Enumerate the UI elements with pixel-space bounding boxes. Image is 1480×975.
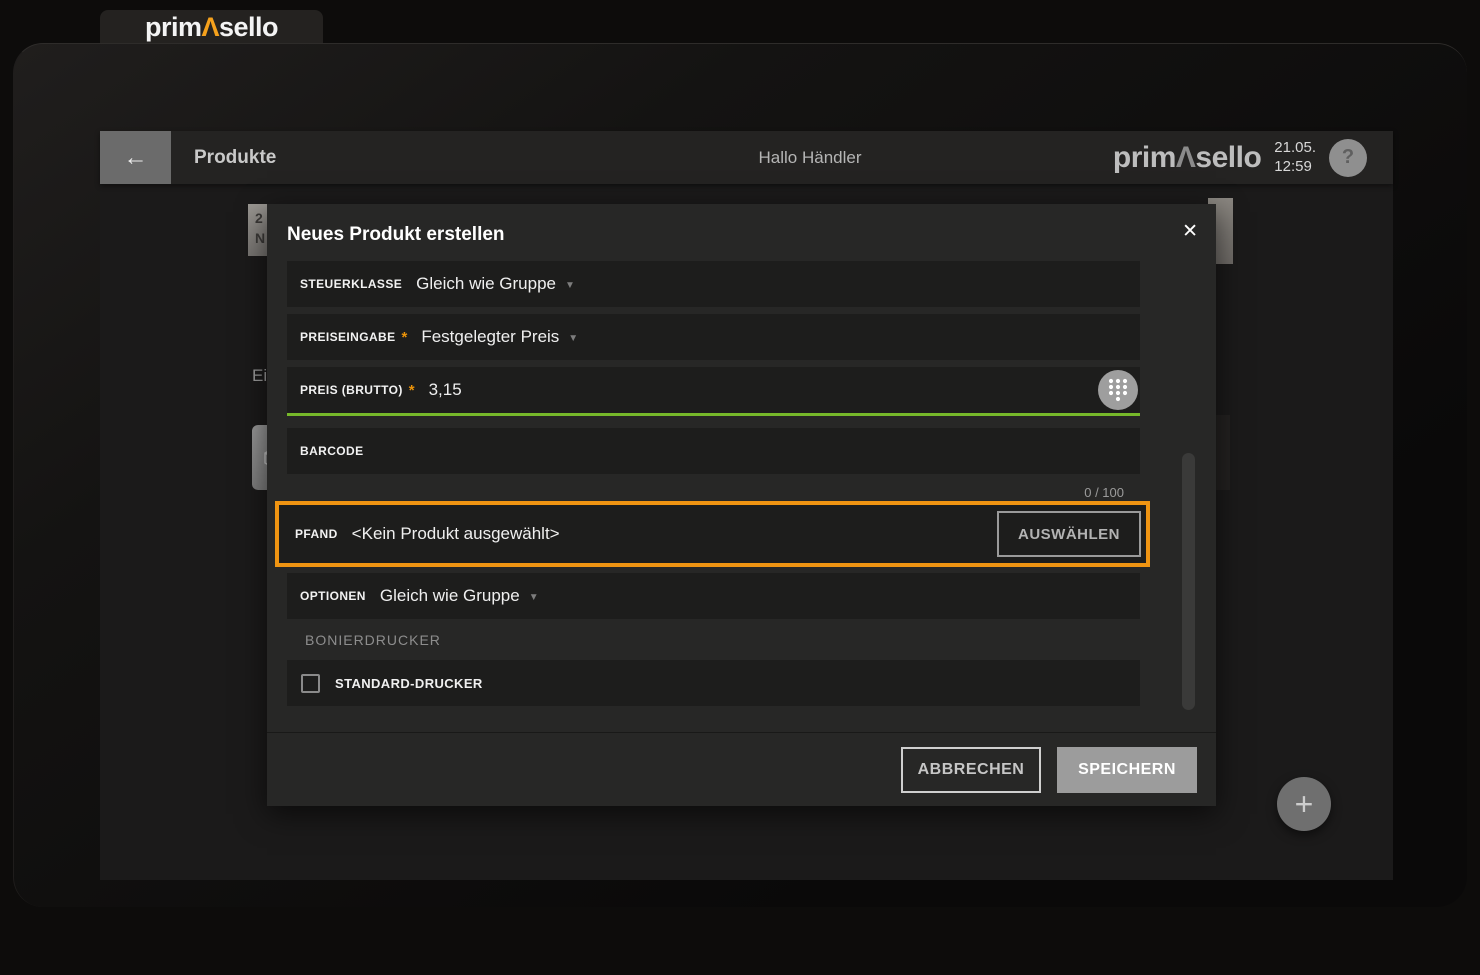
preis-brutto-input[interactable]: PREIS (BRUTTO) * 3,15 [287,367,1140,416]
appbar-right-cluster: primΛsello 21.05. 12:59 ? [1112,138,1367,177]
help-button[interactable]: ? [1329,138,1367,177]
chevron-down-icon: ▼ [565,279,575,291]
chevron-down-icon: ▼ [568,332,579,344]
pfand-field-inner: PFAND <Kein Produkt ausgewählt> AUSWÄHLE… [279,505,1146,563]
occluded-heading: Ei [252,366,268,385]
dialpad-icon [1108,378,1128,402]
plus-icon: + [1294,786,1314,822]
back-arrow-icon: ← [123,144,148,171]
page-title: Produkte [194,146,277,168]
numpad-button[interactable] [1098,370,1138,410]
pfand-label: PFAND [295,527,338,541]
modal-scrollbar-thumb[interactable] [1182,453,1195,710]
preis-value: 3,15 [428,380,462,399]
steuerklasse-label: STEUERKLASSE [300,277,403,291]
standard-drucker-label: STANDARD-DRUCKER [335,675,483,691]
primasello-logo: primΛsello [144,12,279,43]
optionen-value: Gleich wie Gruppe [379,586,520,605]
date-text: 21.05. [1274,138,1316,156]
datetime-display: 21.05. 12:59 [1274,139,1316,177]
required-asterisk: * [408,381,415,399]
create-product-modal: Neues Produkt erstellen ✕ STEUERKLASSE G… [267,204,1216,806]
add-product-fab[interactable]: + [1277,777,1331,831]
preiseingabe-value: Festgelegter Preis [421,327,560,346]
logo-triangle-icon: Λ [1175,140,1196,174]
greeting-text: Hallo Händler [758,147,862,167]
logo-text-suffix: sello [219,12,279,42]
logo-triangle-icon: Λ [201,12,219,42]
cancel-button[interactable]: ABBRECHEN [901,747,1041,793]
barcode-input[interactable]: BARCODE [287,428,1140,474]
barcode-char-counter: 0 / 100 [1084,485,1124,500]
question-mark-icon: ? [1341,146,1355,168]
standard-drucker-row: STANDARD-DRUCKER [287,660,1140,706]
logo-text-suffix: sello [1195,140,1262,174]
back-button[interactable]: ← [100,131,171,184]
preiseingabe-label: PREISEINGABE [300,330,396,344]
steuerklasse-dropdown[interactable]: STEUERKLASSE Gleich wie Gruppe ▼ [287,261,1140,307]
close-icon: ✕ [1182,221,1198,242]
save-button[interactable]: SPEICHERN [1057,747,1197,793]
preiseingabe-dropdown[interactable]: PREISEINGABE * Festgelegter Preis ▼ [287,314,1140,360]
close-button[interactable]: ✕ [1182,220,1198,243]
logo-text-prefix: prim [144,12,202,42]
time-text: 12:59 [1274,157,1312,175]
app-header: ← Produkte Hallo Händler primΛsello 21.0… [100,131,1393,184]
modal-footer: ABBRECHEN SPEICHERN [267,732,1216,806]
logo-text-prefix: prim [1112,140,1177,174]
optionen-label: OPTIONEN [300,589,366,603]
optionen-dropdown[interactable]: OPTIONEN Gleich wie Gruppe ▼ [287,573,1140,619]
pfand-value: <Kein Produkt ausgewählt> [351,524,560,543]
header-primasello-logo: primΛsello [1112,140,1262,175]
page: primΛsello 2 N Ei ← Produkte Hallo Händl… [0,0,1480,975]
modal-title: Neues Produkt erstellen [287,224,505,245]
preis-label: PREIS (BRUTTO) [300,383,403,397]
required-asterisk: * [401,328,408,346]
bonierdrucker-section-label: BONIERDRUCKER [305,632,441,648]
pfand-select-button[interactable]: AUSWÄHLEN [997,511,1141,557]
steuerklasse-value: Gleich wie Gruppe [416,274,556,293]
barcode-label: BARCODE [300,444,364,458]
pfand-field-highlighted: PFAND <Kein Produkt ausgewählt> AUSWÄHLE… [275,501,1150,567]
standard-drucker-checkbox[interactable] [301,673,320,693]
chevron-down-icon: ▼ [528,591,539,603]
